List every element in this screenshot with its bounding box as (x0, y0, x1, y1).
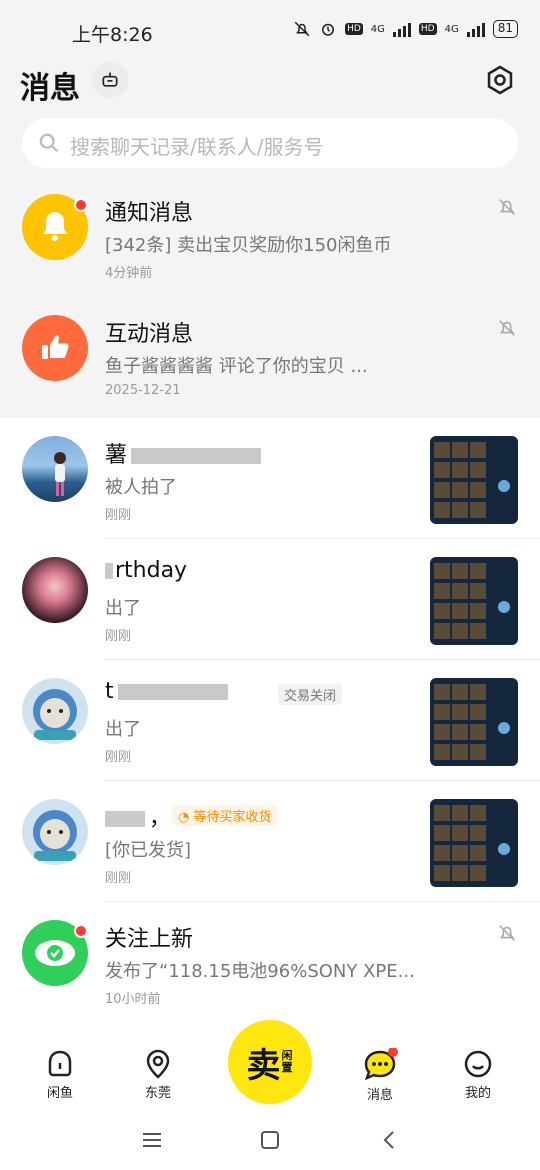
network-label-2: 4G (444, 23, 459, 35)
conversation-list: 通知消息 [342条] 卖出宝贝奖励你150闲鱼币 4分钟前 互动消息 鱼子酱酱… (0, 176, 540, 1023)
system-nav-bar (0, 1110, 540, 1170)
home-icon (48, 1050, 72, 1077)
mute-icon (499, 320, 515, 336)
conversation-preview: 鱼子酱酱酱酱 评论了你的宝贝 ... (105, 356, 368, 377)
avatar (22, 678, 88, 744)
hd-icon-2: HD (418, 23, 437, 35)
conversation-time: 刚刚 (105, 871, 132, 886)
signal-icon-2 (466, 21, 485, 37)
conversation-preview: [342条] 卖出宝贝奖励你150闲鱼币 (105, 235, 392, 256)
alarm-icon (322, 23, 335, 36)
nav-location-label: 东莞 (144, 1086, 171, 1101)
conversation-time: 2025-12-21 (105, 383, 181, 398)
conversation-time: 4分钟前 (105, 266, 153, 281)
nav-messages-label: 消息 (366, 1088, 393, 1103)
sell-button[interactable]: 卖 闲置 (228, 1020, 312, 1104)
mute-icon (499, 925, 515, 941)
robot-icon[interactable] (92, 62, 128, 98)
sell-label: 卖 (246, 1045, 281, 1086)
mute-icon (499, 199, 515, 215)
sell-sublabel: 闲置 (281, 1049, 293, 1074)
item-thumbnail (430, 678, 518, 766)
header: 消息 (0, 60, 540, 112)
status-tag: ◔ 等待买家收货 (172, 805, 278, 826)
conversation-name: 通知消息 (105, 201, 194, 226)
nav-home[interactable]: 闲鱼 (30, 1048, 90, 1101)
conversation-name: 互动消息 (105, 322, 194, 347)
signal-icon (392, 21, 411, 37)
status-time: 上午8:26 (72, 24, 153, 46)
conversation-time: 刚刚 (105, 629, 132, 644)
conversation-time: 10小时前 (105, 992, 161, 1007)
settings-icon[interactable] (484, 64, 516, 96)
conversation-name: 关注上新 (105, 927, 194, 952)
network-label: 4G (370, 23, 385, 35)
conversation-preview: 被人拍了 (105, 477, 177, 498)
conversation-name: 薯 (105, 437, 262, 469)
conversation-preview: [你已发货] (105, 840, 192, 861)
conversation-name: ， (105, 800, 171, 832)
status-bar: 上午8:26 HD 4G HD 4G 81 (0, 0, 540, 60)
search-placeholder: 搜索聊天记录/联系人/服务号 (70, 135, 324, 159)
bottom-nav: 闲鱼 东莞 卖 闲置 消息 我的 (0, 1020, 540, 1110)
avatar (22, 799, 88, 865)
conversation-preview: 出了 (105, 719, 141, 740)
conversation-chat-3[interactable]: t 交易关闭 出了 刚刚 (0, 660, 540, 781)
nav-home-label: 闲鱼 (46, 1086, 73, 1101)
nav-me-label: 我的 (464, 1086, 491, 1101)
conversation-chat-1[interactable]: 薯 被人拍了 刚刚 (0, 418, 540, 539)
location-pin-icon (146, 1049, 170, 1079)
battery-icon: 81 (492, 20, 518, 38)
bell-muted-icon (294, 21, 310, 37)
conversation-follow-updates[interactable]: 关注上新 发布了“118.15电池96%SONY XPE... 10小时前 (0, 902, 540, 1023)
conversation-preview: 出了 (105, 598, 141, 619)
search-input[interactable]: 搜索聊天记录/联系人/服务号 (22, 118, 518, 168)
unread-dot (74, 924, 88, 938)
nav-messages[interactable]: 消息 (350, 1048, 410, 1103)
conversation-preview: 发布了“118.15电池96%SONY XPE... (105, 961, 415, 982)
home-square-icon[interactable] (258, 1128, 282, 1152)
nav-location[interactable]: 东莞 (128, 1048, 188, 1101)
conversation-time: 刚刚 (105, 750, 132, 765)
smiley-icon (464, 1050, 492, 1078)
conversation-chat-4[interactable]: ， ◔ 等待买家收货 [你已发货] 刚刚 (0, 781, 540, 902)
status-tag: 交易关闭 (278, 684, 343, 705)
nav-me[interactable]: 我的 (448, 1048, 508, 1101)
menu-icon[interactable] (140, 1128, 164, 1152)
conversation-name: t (105, 679, 228, 704)
back-icon[interactable] (378, 1128, 402, 1152)
conversation-time: 刚刚 (105, 508, 132, 523)
unread-dot (74, 198, 88, 212)
search-icon (39, 133, 59, 153)
item-thumbnail (430, 557, 518, 645)
item-thumbnail (430, 436, 518, 524)
conversation-name: rthday (105, 558, 187, 583)
page-title: 消息 (20, 71, 80, 106)
hd-icon: HD (345, 23, 363, 35)
interactions-avatar (22, 315, 88, 381)
conversation-notifications[interactable]: 通知消息 [342条] 卖出宝贝奖励你150闲鱼币 4分钟前 (0, 176, 540, 297)
item-thumbnail (430, 799, 518, 887)
avatar (22, 557, 88, 623)
chat-bubble-icon (364, 1048, 398, 1081)
conversation-interactions[interactable]: 互动消息 鱼子酱酱酱酱 评论了你的宝贝 ... 2025-12-21 (0, 297, 540, 418)
thumbs-up-icon (42, 335, 69, 359)
avatar (22, 436, 88, 502)
conversation-chat-2[interactable]: rthday 出了 刚刚 (0, 539, 540, 660)
